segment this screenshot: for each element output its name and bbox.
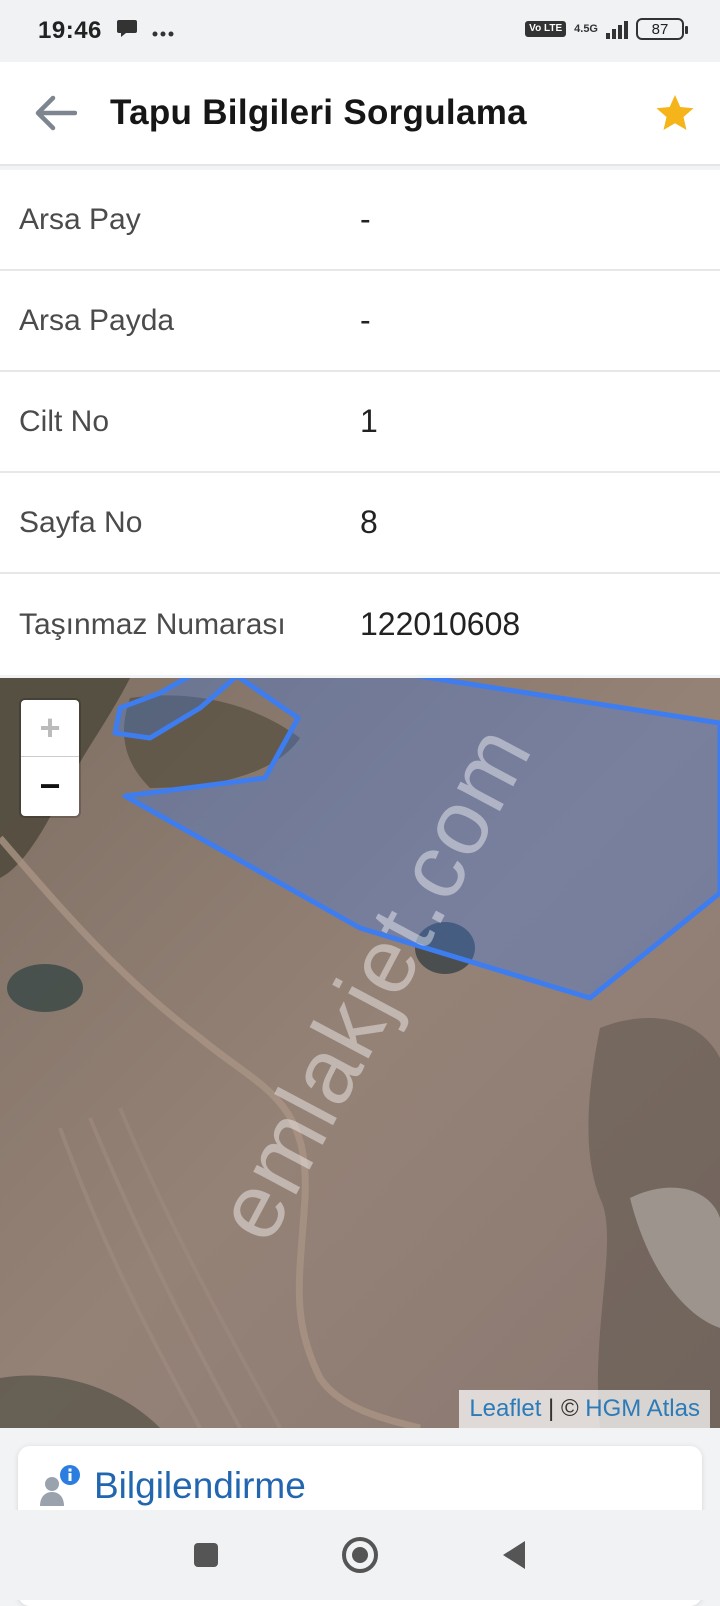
home-button[interactable] [338,1533,382,1577]
back-button[interactable] [0,61,110,165]
info-label: Cilt No [19,404,110,438]
parcel-map[interactable]: emlakjet.com + − Leaflet | © HGM Atlas [0,678,720,1428]
triangle-back-icon [503,1541,525,1569]
info-label: Arsa Pay [19,202,141,236]
message-icon [116,18,138,44]
info-value: 1 [360,403,378,439]
leaflet-link[interactable]: Leaflet [469,1395,541,1423]
status-bar: 19:46 Vo LTE 4.5G 87 [0,0,720,62]
system-nav-bar [0,1510,720,1600]
property-info-table: Arsa Pay - Arsa Payda - Cilt No 1 Sayfa … [0,170,720,675]
hgm-atlas-link[interactable]: HGM Atlas [585,1395,700,1423]
info-row-arsa-pay: Arsa Pay - [0,170,720,271]
signal-icon [606,19,628,39]
info-value: 122010608 [360,606,521,642]
user-info-icon [40,1465,80,1506]
page-title: Tapu Bilgileri Sorgulama [110,93,527,132]
status-time: 19:46 [38,17,102,44]
status-right-icons: Vo LTE 4.5G 87 [525,18,688,40]
map-attribution: Leaflet | © HGM Atlas [459,1390,710,1428]
square-icon [194,1543,218,1567]
arrow-left-icon [35,95,77,131]
info-value: 8 [360,504,378,540]
info-row-sayfa-no: Sayfa No 8 [0,473,720,574]
info-row-arsa-payda: Arsa Payda - [0,271,720,372]
info-row-tasinmaz-numarasi: Taşınmaz Numarası 122010608 [0,574,720,675]
zoom-out-button[interactable]: − [21,757,79,814]
star-icon [656,95,694,130]
network-type: 4.5G [574,22,598,35]
back-nav-button[interactable] [492,1533,536,1577]
attribution-separator: | © [541,1395,586,1422]
volte-icon: Vo LTE [525,21,567,37]
zoom-control: + − [21,700,79,816]
satellite-imagery [0,678,720,1428]
circle-icon [342,1537,378,1573]
recent-apps-button[interactable] [184,1533,228,1577]
battery-level: 87 [651,20,669,38]
info-label: Arsa Payda [19,303,175,337]
card-header: Bilgilendirme [18,1446,702,1508]
info-value: - [360,201,371,237]
info-label: Sayfa No [19,505,143,539]
info-row-cilt-no: Cilt No 1 [0,372,720,473]
app-bar: Tapu Bilgileri Sorgulama [0,62,720,166]
battery-icon: 87 [636,18,688,40]
more-notifications-icon [152,20,174,43]
status-notification-icons [116,18,174,44]
info-value: - [360,302,371,338]
card-title: Bilgilendirme [94,1465,306,1506]
favorite-button[interactable] [630,61,720,165]
zoom-in-button[interactable]: + [21,700,79,757]
info-label: Taşınmaz Numarası [19,607,286,641]
